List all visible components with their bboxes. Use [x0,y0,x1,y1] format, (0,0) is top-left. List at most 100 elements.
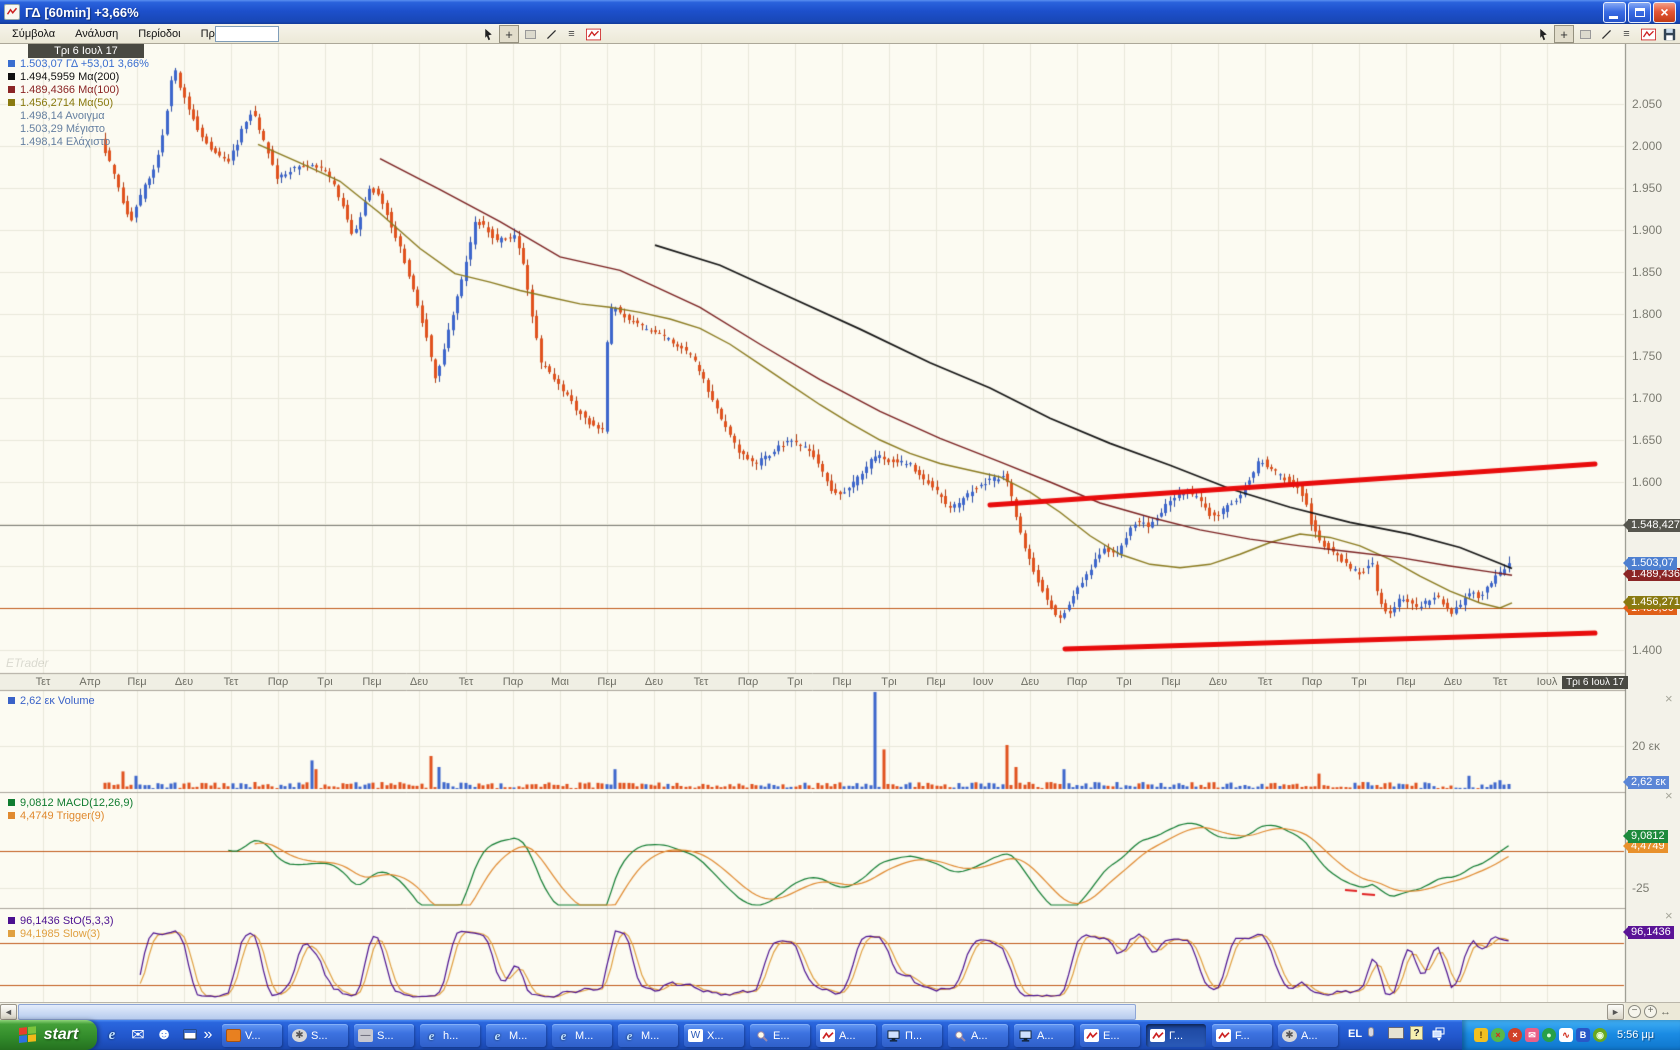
zoom-out-icon[interactable]: − [1628,1005,1641,1018]
crosshair-tool-icon[interactable]: + [499,25,519,43]
taskbar-button-S[interactable]: ✱S... [288,1024,348,1047]
call-error-icon[interactable]: × [1508,1028,1522,1042]
date-axis-label: Τετ [36,676,51,688]
keyboard-icon[interactable] [1388,1027,1404,1039]
menu-symbols[interactable]: Σύμβολα [2,25,65,43]
legend-text: 96,1436 StO(5,3,3) [20,915,114,927]
taskbar-button-M[interactable]: eM... [618,1024,678,1047]
legend-text: 4,4749 Trigger(9) [20,810,104,822]
quicklaunch-outlook-icon[interactable]: ✉ [126,1023,150,1047]
fit-width-icon[interactable]: ↔ [1660,1006,1671,1018]
app-icon [226,1029,241,1042]
pointer-tool-icon[interactable] [1533,25,1553,43]
start-button[interactable]: start [0,1020,97,1050]
taskbar-button-X[interactable]: WX... [684,1024,744,1047]
chart-type-icon[interactable] [583,25,603,43]
start-label: start [44,1026,79,1044]
region-tool-icon[interactable] [1575,25,1595,43]
taskbar-button-label: F... [1235,1030,1250,1042]
shield-warning-icon[interactable]: ! [1474,1028,1488,1042]
taskbar-button-label: X... [707,1030,724,1042]
price-axis-tick: 2.000 [1632,139,1662,153]
taskbar-button-Γ[interactable]: Γ... [1146,1024,1206,1047]
taskbar-button-Α[interactable]: Α... [1014,1024,1074,1047]
taskbar-button-Π[interactable]: Π... [882,1024,942,1047]
date-axis-label: Δευ [1021,676,1039,688]
trendline-tool-icon[interactable] [1596,25,1616,43]
chart-canvas[interactable] [0,44,1680,1002]
horizontal-scrollbar[interactable]: ◄ ► [0,1002,1625,1020]
indicator-tool-icon[interactable]: ≡ [1617,25,1637,43]
menu-periods[interactable]: Περίοδοι [128,25,190,43]
crosshair-tool-icon[interactable]: + [1554,25,1574,43]
price-pointer-icon [1623,520,1628,530]
indicator-tool-icon[interactable]: ≡ [562,25,582,43]
close-button[interactable]: × [1653,2,1676,23]
price-pointer-icon [1623,831,1628,841]
taskbar-button-Α[interactable]: Α... [948,1024,1008,1047]
status-error-icon[interactable]: × [1491,1028,1505,1042]
scroll-right-button[interactable]: ► [1607,1004,1624,1020]
taskbar-button-M[interactable]: eM... [552,1024,612,1047]
panel-close-icon[interactable]: × [1665,694,1673,704]
graphics-icon[interactable]: ◉ [1593,1028,1607,1042]
quicklaunch-show-desktop-icon[interactable] [178,1023,202,1047]
region-tool-icon[interactable] [520,25,540,43]
taskbar-button-V[interactable]: V... [222,1024,282,1047]
green-status-icon[interactable]: ● [1542,1028,1556,1042]
restore-panel-icon[interactable] [1432,1027,1446,1041]
scrollbar-thumb[interactable] [18,1004,1136,1020]
panel-close-icon[interactable]: × [1665,791,1673,801]
taskbar-button-label: Ε... [1103,1030,1120,1042]
ie-icon: e [490,1029,505,1042]
price-axis-tick: 1.650 [1632,433,1662,447]
chart-type-icon[interactable] [1638,25,1658,43]
pointer-tool-icon[interactable] [478,25,498,43]
zoom-in-icon[interactable]: + [1644,1005,1657,1018]
menu-analysis[interactable]: Ανάλυση [65,25,128,43]
taskbar-button-label: E... [773,1030,790,1042]
language-indicator[interactable]: EL [1348,1028,1362,1040]
trendline-tool-icon[interactable] [541,25,561,43]
panel-legend-row: 96,1436 StO(5,3,3) [8,914,114,927]
microphone-icon[interactable] [1368,1027,1374,1037]
cursor-date-header: Τρι 6 Ιουλ 17 [28,44,144,58]
taskbar-button-S[interactable]: —S... [354,1024,414,1047]
symbol-input[interactable] [215,26,279,42]
taskbar-button-M[interactable]: eM... [486,1024,546,1047]
quicklaunch-messenger-icon[interactable]: ☻ [152,1023,176,1047]
date-axis-label: Πεμ [1396,676,1415,688]
date-axis-label: Δευ [645,676,663,688]
messenger-icon[interactable]: ✉ [1525,1028,1539,1042]
date-axis-label: Ιουν [973,676,994,688]
taskbar-button-A[interactable]: ✱A... [1278,1024,1338,1047]
taskbar-button-A[interactable]: A... [816,1024,876,1047]
taskbar-button-F[interactable]: F... [1212,1024,1272,1047]
cursor-date-axis-box: Τρι 6 Ιουλ 17 [1562,676,1628,689]
gear-icon: ✱ [292,1029,307,1042]
date-axis-label: Τετ [224,676,239,688]
bluetooth-icon[interactable]: B [1576,1028,1590,1042]
toolbar-right: + ≡ [1533,25,1679,43]
price-axis-tick: 1.400 [1632,643,1662,657]
scroll-left-button[interactable]: ◄ [0,1004,17,1020]
tray-icons: !××✉●∿B◉ [1474,1028,1607,1042]
save-icon[interactable] [1659,25,1679,43]
minimize-button[interactable] [1603,2,1626,23]
taskbar-button-h[interactable]: eh... [420,1024,480,1047]
help-icon[interactable]: ? [1410,1026,1423,1040]
restore-button[interactable] [1628,2,1651,23]
date-axis-label: Πεμ [926,676,945,688]
taskbar-button-Ε[interactable]: Ε... [1080,1024,1140,1047]
quicklaunch-ie-icon[interactable]: e [100,1023,124,1047]
taskbar-button-E[interactable]: E... [750,1024,810,1047]
date-axis-label: Ιουλ [1537,676,1558,688]
date-axis-label: Τρι [881,676,896,688]
quicklaunch-chevron-icon[interactable]: » [202,1023,214,1047]
price-axis-box: 1.489,436 [1628,568,1680,581]
chart-app-icon[interactable]: ∿ [1559,1028,1573,1042]
taskbar-button-label: Α... [1037,1030,1054,1042]
price-axis-tick: 1.900 [1632,223,1662,237]
price-pointer-icon [1623,777,1628,787]
panel-close-icon[interactable]: × [1665,911,1673,921]
